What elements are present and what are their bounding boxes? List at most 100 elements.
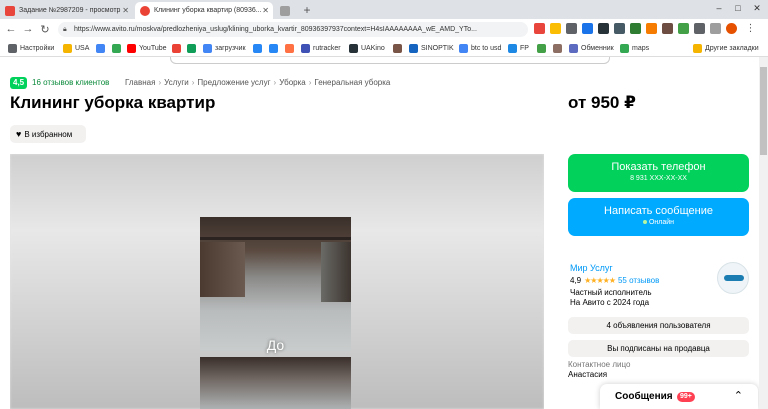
seller-rating: 4,9 ★★★★★ 55 отзывов <box>570 276 659 285</box>
bookmark-label: Обменник <box>581 44 614 52</box>
show-phone-label: Показать телефон <box>611 161 706 173</box>
google-icon <box>459 43 468 53</box>
bookmark-google[interactable] <box>96 42 108 54</box>
bookmark-site[interactable] <box>285 42 297 54</box>
favorite-button[interactable]: ♥ В избранном <box>10 125 86 143</box>
bookmark-maps[interactable]: maps <box>620 42 649 54</box>
bookmark-label: SINOPTIK <box>421 44 454 52</box>
rating-badge: 4,5 <box>10 77 28 89</box>
bookmarks-bar: Настройки USA YouTube загрузчик rutracke… <box>0 39 768 57</box>
menu-dots-icon[interactable]: ⋮ <box>745 23 756 34</box>
bookmark-youtube[interactable]: YouTube <box>127 42 167 54</box>
youtube-icon <box>127 43 136 53</box>
breadcrumb-item[interactable]: Уборка <box>279 78 306 87</box>
bookmark-site-2[interactable] <box>393 42 405 54</box>
close-window-button[interactable]: ✕ <box>750 3 764 14</box>
seller-avatar[interactable] <box>717 262 749 294</box>
tab-blank[interactable] <box>275 2 295 19</box>
tab-avito[interactable]: Клининг уборка квартир (80936... ✕ <box>135 2 273 19</box>
seller-reviews-link[interactable]: 55 отзывов <box>618 276 659 285</box>
cast-icon[interactable] <box>710 23 721 34</box>
avatar[interactable] <box>726 23 737 34</box>
bookmark-sinoptik[interactable]: SINOPTIK <box>409 42 454 54</box>
scrollbar-thumb[interactable] <box>760 67 767 155</box>
subscribed-button[interactable]: Вы подписаны на продавца <box>568 340 749 357</box>
extension-icon[interactable] <box>598 23 609 34</box>
maps-icon <box>620 43 629 53</box>
back-button[interactable]: ← <box>5 23 17 35</box>
omnibox-dropdown-edge <box>170 57 610 64</box>
seller-type: Частный исполнитель <box>570 288 652 297</box>
extensions-puzzle-icon[interactable] <box>694 23 705 34</box>
online-dot-icon <box>642 220 647 225</box>
page-scrollbar[interactable] <box>759 57 768 409</box>
contact-label: Контактное лицо <box>568 360 631 369</box>
breadcrumb-item[interactable]: Генеральная уборка <box>314 78 390 87</box>
bookmark-drive-2[interactable] <box>187 42 199 54</box>
bookmark-rutracker[interactable]: rutracker <box>301 42 341 54</box>
bookmark-site-4[interactable] <box>553 42 565 54</box>
bookmark-settings[interactable]: Настройки <box>8 42 54 54</box>
bookmark-uakino[interactable]: UAKino <box>349 42 385 54</box>
extension-icon[interactable] <box>662 23 673 34</box>
tab-label: Задание №2987209 - просмотр <box>19 7 121 14</box>
photo-before <box>200 217 351 351</box>
phone-number: 8 931 XXX-XX-XX <box>630 175 687 182</box>
bookmark-vk[interactable] <box>253 42 265 54</box>
bookmark-usa[interactable]: USA <box>63 42 89 54</box>
messages-panel[interactable]: Сообщения 99+ ⌃ <box>600 384 758 409</box>
folder-icon <box>63 43 72 53</box>
bookmark-site-3[interactable] <box>537 42 549 54</box>
uakino-icon <box>349 43 358 53</box>
photo-detail <box>200 237 351 240</box>
breadcrumb-item[interactable]: Главная <box>125 78 155 87</box>
extension-icon[interactable] <box>534 23 545 34</box>
close-tab-icon[interactable]: ✕ <box>262 6 269 15</box>
close-tab-icon[interactable]: ✕ <box>122 6 129 15</box>
breadcrumb-item[interactable]: Услуги <box>164 78 189 87</box>
extension-icon[interactable] <box>550 23 561 34</box>
bookmark-drive[interactable] <box>112 42 124 54</box>
bookmark-vk-2[interactable] <box>269 42 281 54</box>
breadcrumb-item[interactable]: Предложение услуг <box>197 78 270 87</box>
seller-ads-button[interactable]: 4 объявления пользователя <box>568 317 749 334</box>
bookmark-label: btc to usd <box>471 44 502 52</box>
bookmark-btc[interactable]: btc to usd <box>459 42 501 54</box>
tab-task[interactable]: Задание №2987209 - просмотр ✕ <box>0 2 133 19</box>
bookmark-gmail[interactable] <box>172 42 184 54</box>
bookmark-fp[interactable]: FP <box>508 42 529 54</box>
online-status-label: Онлайн <box>648 219 675 226</box>
maximize-button[interactable]: □ <box>731 3 745 13</box>
seller-name[interactable]: Мир Услуг <box>570 263 613 273</box>
site-icon <box>537 43 546 53</box>
online-status: Онлайн <box>568 218 749 228</box>
extension-icon[interactable] <box>630 23 641 34</box>
write-message-button[interactable]: Написать сообщение Онлайн <box>568 198 749 236</box>
bookmark-other[interactable]: Другие закладки <box>693 42 759 54</box>
weather-icon <box>409 43 418 53</box>
bookmark-label: rutracker <box>313 44 341 52</box>
reviews-link[interactable]: 16 отзывов клиентов <box>32 77 109 89</box>
address-bar[interactable]: 🔒︎ https://www.avito.ru/moskva/predlozhe… <box>58 22 528 37</box>
extension-icon[interactable] <box>646 23 657 34</box>
bookmark-downloader[interactable]: загрузчик <box>203 42 246 54</box>
forward-button[interactable]: → <box>22 23 34 35</box>
listing-photo[interactable]: До <box>200 217 351 409</box>
photo-gallery[interactable]: До <box>10 154 544 409</box>
bookmark-label: Другие закладки <box>705 44 759 52</box>
photo-after <box>200 357 351 409</box>
write-message-label: Написать сообщение <box>604 205 713 217</box>
reload-button[interactable]: ↻ <box>39 23 51 36</box>
bookmark-exchanger[interactable]: Обменник <box>569 42 614 54</box>
minimize-button[interactable]: – <box>712 3 726 13</box>
extension-icon[interactable] <box>614 23 625 34</box>
star-rating-icon: ★★★★★ <box>584 276 616 285</box>
show-phone-button[interactable]: Показать телефон 8 931 XXX-XX-XX <box>568 154 749 192</box>
new-tab-button[interactable]: + <box>300 3 314 17</box>
bluetooth-icon <box>508 43 517 53</box>
site-icon <box>393 43 402 53</box>
extension-icon[interactable] <box>582 23 593 34</box>
extension-icon[interactable] <box>566 23 577 34</box>
extension-icon[interactable] <box>678 23 689 34</box>
chevron-up-icon[interactable]: ⌃ <box>734 389 743 402</box>
